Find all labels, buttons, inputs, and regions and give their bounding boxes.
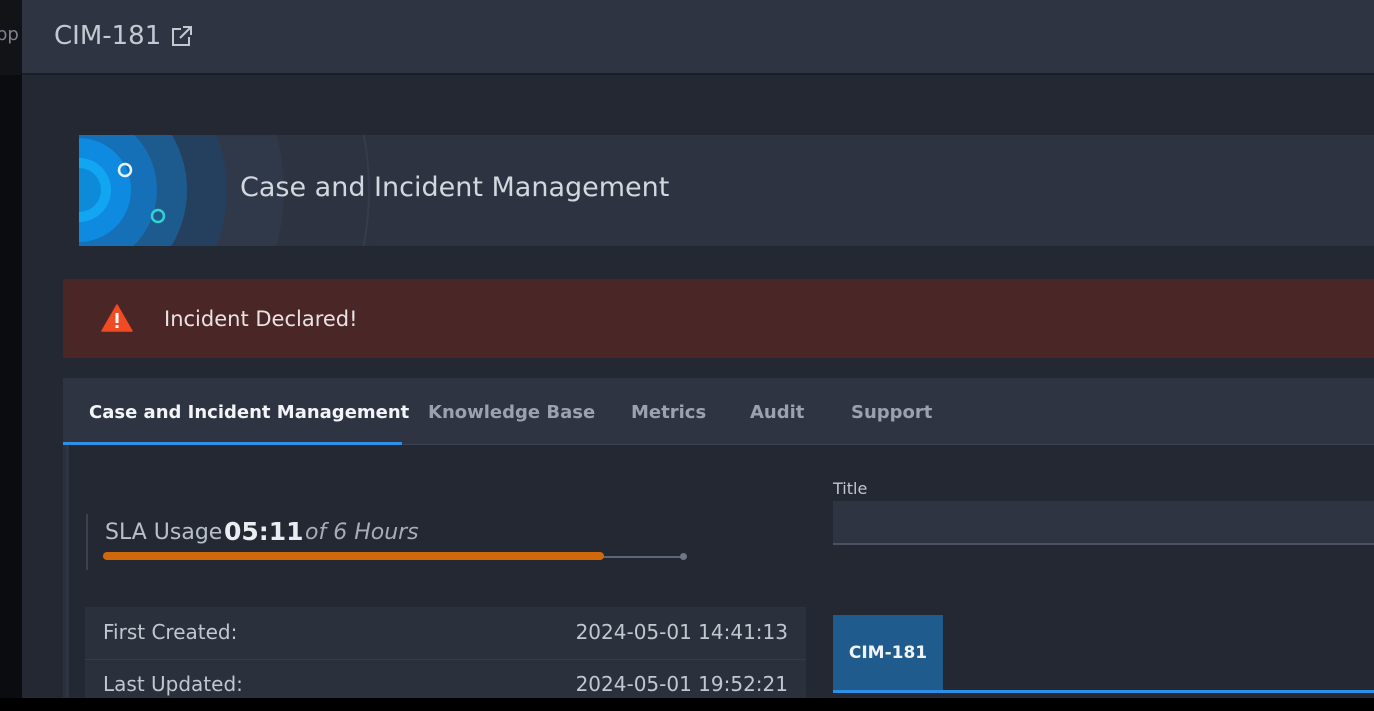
case-sub-tab-underline	[833, 690, 1374, 693]
sla-label: SLA Usage	[105, 520, 223, 545]
sla-value: 05:11	[224, 517, 304, 546]
meta-row-first-created: First Created: 2024-05-01 14:41:13	[85, 607, 806, 660]
case-sub-tab[interactable]: CIM-181	[833, 615, 943, 691]
meta-row-last-updated: Last Updated: 2024-05-01 19:52:21	[85, 659, 806, 711]
tab-audit[interactable]: Audit	[750, 378, 804, 444]
tab-bar: Case and Incident Management Knowledge B…	[63, 378, 1374, 445]
title-input[interactable]	[833, 501, 1374, 545]
alert-text: Incident Declared!	[164, 307, 358, 331]
meta-label: First Created:	[103, 620, 238, 644]
modal-title: CIM-181	[54, 21, 162, 51]
main-tab-panel: Case and Incident Management Knowledge B…	[63, 378, 1374, 698]
content-border	[66, 445, 69, 698]
tab-case-and-incident-management[interactable]: Case and Incident Management	[89, 378, 409, 444]
tab-content: SLA Usage 05:11 of 6 Hours First Created…	[66, 445, 1374, 698]
background-app-edge: pp	[0, 0, 22, 698]
tab-metrics[interactable]: Metrics	[631, 378, 706, 444]
tab-knowledge-base[interactable]: Knowledge Base	[428, 378, 595, 444]
meta-value: 2024-05-01 19:52:21	[575, 672, 788, 696]
tab-support[interactable]: Support	[851, 378, 932, 444]
meta-value: 2024-05-01 14:41:13	[575, 620, 788, 644]
modal-header: CIM-181	[22, 0, 1374, 75]
incident-alert: Incident Declared!	[63, 279, 1374, 358]
sla-progress-end	[680, 553, 687, 560]
sla-progress-fill	[103, 552, 604, 560]
case-modal: CIM-181 Case and Incident Management Inc…	[22, 0, 1374, 698]
case-metadata: First Created: 2024-05-01 14:41:13 Last …	[85, 607, 806, 698]
banner-title: Case and Incident Management	[240, 172, 670, 203]
meta-label: Last Updated:	[103, 672, 243, 696]
background-app-text: pp	[0, 24, 19, 45]
sla-total: of 6 Hours	[305, 520, 419, 545]
app-banner: Case and Incident Management	[79, 135, 1374, 246]
sla-usage: SLA Usage 05:11 of 6 Hours	[86, 514, 708, 570]
title-field-label: Title	[833, 479, 868, 498]
external-link-icon[interactable]	[170, 24, 194, 48]
background-app-panel	[0, 75, 22, 698]
warning-triangle-icon	[101, 304, 133, 332]
